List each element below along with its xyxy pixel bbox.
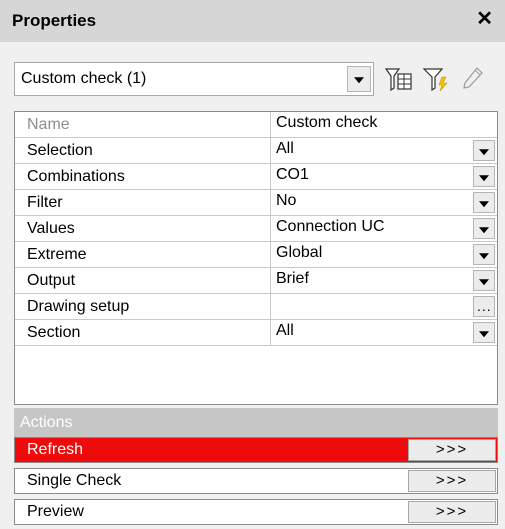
property-row-values: Values Connection UC (15, 216, 497, 242)
check-selector-value: Custom check (1) (21, 70, 147, 87)
property-value[interactable]: Global (276, 242, 471, 267)
action-label: Preview (27, 503, 84, 520)
property-value[interactable]: Brief (276, 268, 471, 293)
property-label: Values (15, 216, 271, 241)
property-label: Filter (15, 190, 271, 215)
property-value[interactable]: All (276, 138, 471, 163)
check-selector-dropdown[interactable]: Custom check (1) (14, 62, 374, 96)
chevron-down-icon[interactable] (473, 218, 495, 239)
filter-lightning-icon[interactable] (422, 64, 452, 94)
property-label: Drawing setup (15, 294, 271, 319)
property-row-drawing-setup: Drawing setup ... (15, 294, 497, 320)
property-value[interactable]: Connection UC (276, 216, 471, 241)
action-label: Single Check (27, 472, 122, 489)
property-label: Combinations (15, 164, 271, 189)
pencil-icon[interactable] (458, 64, 488, 94)
action-row-preview: Preview >>> (14, 499, 498, 525)
property-label: Selection (15, 138, 271, 163)
close-icon[interactable]: ✕ (476, 9, 493, 29)
title-bar: Properties ✕ (0, 0, 505, 42)
property-row-extreme: Extreme Global (15, 242, 497, 268)
panel-title: Properties (12, 11, 97, 30)
property-row-filter: Filter No (15, 190, 497, 216)
filter-table-icon[interactable] (384, 64, 414, 94)
chevron-down-icon[interactable] (473, 322, 495, 343)
property-grid: Name Custom check Selection All Combinat… (14, 111, 498, 405)
property-row-output: Output Brief (15, 268, 497, 294)
single-check-button[interactable]: >>> (408, 470, 496, 492)
property-label: Output (15, 268, 271, 293)
property-value[interactable] (276, 294, 471, 319)
chevron-down-icon[interactable] (473, 270, 495, 291)
chevron-down-icon[interactable] (473, 166, 495, 187)
property-row-name: Name Custom check (15, 112, 497, 138)
action-row-single-check: Single Check >>> (14, 468, 498, 494)
property-row-combinations: Combinations CO1 (15, 164, 497, 190)
chevron-down-icon[interactable] (347, 66, 371, 92)
ellipsis-label: ... (477, 298, 492, 314)
properties-panel: Properties ✕ Custom check (1) Name Custo… (0, 0, 505, 529)
refresh-button[interactable]: >>> (408, 439, 496, 461)
property-row-selection: Selection All (15, 138, 497, 164)
actions-header: Actions (14, 408, 498, 437)
property-row-section: Section All (15, 320, 497, 346)
action-label: Refresh (27, 441, 84, 458)
property-label: Section (15, 320, 271, 345)
property-value[interactable]: CO1 (276, 164, 471, 189)
property-label: Extreme (15, 242, 271, 267)
property-value[interactable]: No (276, 190, 471, 215)
chevron-down-icon[interactable] (473, 140, 495, 161)
property-value[interactable]: Custom check (276, 112, 471, 137)
preview-button[interactable]: >>> (408, 501, 496, 523)
chevron-down-icon[interactable] (473, 244, 495, 265)
property-label: Name (15, 112, 271, 137)
action-row-refresh: Refresh >>> (14, 437, 498, 463)
property-value[interactable]: All (276, 320, 471, 345)
ellipsis-button[interactable]: ... (473, 296, 495, 317)
chevron-down-icon[interactable] (473, 192, 495, 213)
